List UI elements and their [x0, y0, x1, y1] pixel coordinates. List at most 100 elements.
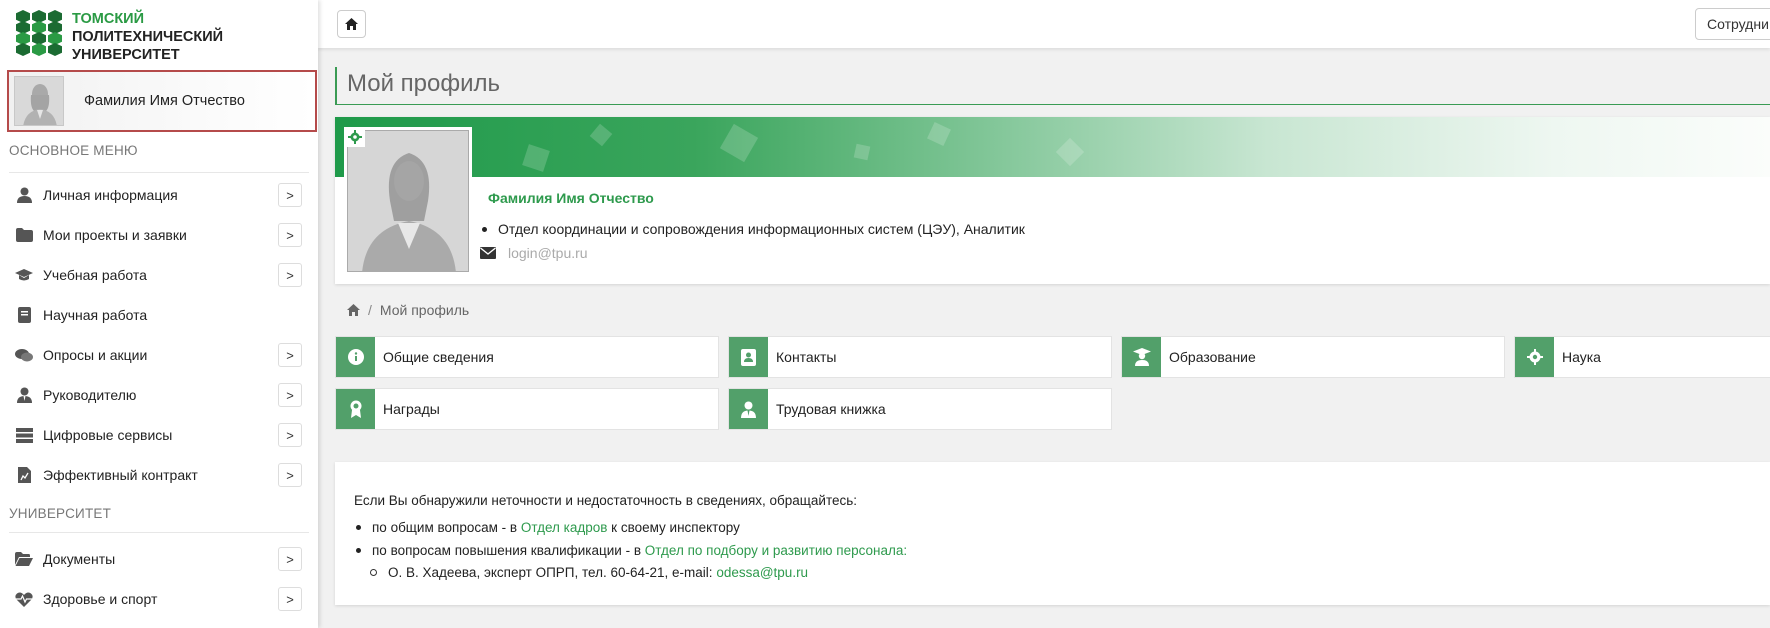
sidebar-item-documents[interactable]: Документы > — [0, 540, 310, 578]
award-icon — [336, 389, 375, 429]
chevron-right-icon[interactable]: > — [278, 183, 302, 207]
tile-science[interactable]: Наука — [1514, 336, 1770, 378]
photo-settings-icon[interactable] — [345, 127, 365, 147]
chevron-right-icon[interactable]: > — [278, 463, 302, 487]
personnel-development-link-colon[interactable]: : — [903, 543, 907, 558]
logo-mark-icon — [16, 10, 64, 56]
gear-icon — [1515, 337, 1554, 377]
chevron-right-icon[interactable]: > — [278, 587, 302, 611]
tile-label: Общие сведения — [383, 349, 494, 365]
info-item-text: по вопросам повышения квалификации - в — [372, 543, 641, 558]
sidebar-item-label: Цифровые сервисы — [43, 427, 173, 443]
logo-text: ТОМСКИЙ ПОЛИТЕХНИЧЕСКИЙ УНИВЕРСИТЕТ — [72, 10, 223, 64]
sidebar-item-label: Руководителю — [43, 387, 137, 403]
heartbeat-icon — [14, 592, 34, 607]
tile-employment-record[interactable]: Трудовая книжка — [728, 388, 1112, 430]
top-bar: Сотрудни — [318, 0, 1770, 48]
folder-open-icon — [14, 552, 34, 566]
tile-label: Трудовая книжка — [776, 401, 886, 417]
worker-icon — [729, 389, 768, 429]
chevron-right-icon[interactable]: > — [278, 223, 302, 247]
breadcrumb: / Мой профиль — [347, 302, 469, 318]
sidebar-item-surveys[interactable]: Опросы и акции > — [0, 336, 310, 374]
page-title: Мой профиль — [335, 67, 1770, 105]
info-item-training: по вопросам повышения квалификации - в О… — [356, 543, 907, 558]
tile-education[interactable]: Образование — [1121, 336, 1505, 378]
book-icon — [14, 307, 34, 323]
sidebar-user-name: Фамилия Имя Отчество — [84, 93, 245, 109]
info-subitem-contact: О. В. Хадеева, эксперт ОПРП, тел. 60-64-… — [370, 565, 808, 580]
sidebar-item-health-sport[interactable]: Здоровье и спорт > — [0, 580, 310, 618]
document-chart-icon — [14, 467, 34, 483]
sidebar-user-card[interactable]: Фамилия Имя Отчество — [7, 70, 317, 132]
home-icon[interactable] — [347, 304, 360, 316]
menu-section-main: ОСНОВНОЕ МЕНЮ — [9, 143, 138, 158]
sidebar-item-label: Эффективный контракт — [43, 467, 198, 483]
chevron-right-icon[interactable]: > — [278, 383, 302, 407]
profile-name: Фамилия Имя Отчество — [488, 190, 654, 206]
tile-general-info[interactable]: Общие сведения — [335, 336, 719, 378]
tile-label: Контакты — [776, 349, 837, 365]
sidebar-item-research[interactable]: Научная работа — [0, 296, 310, 334]
menu-divider — [9, 172, 309, 173]
chat-icon — [14, 348, 34, 363]
contact-info-box: Если Вы обнаружили неточности и недостат… — [335, 462, 1770, 605]
tile-contacts[interactable]: Контакты — [728, 336, 1112, 378]
profile-position: Отдел координации и сопровождения информ… — [482, 221, 1025, 237]
sidebar-item-teaching[interactable]: Учебная работа > — [0, 256, 310, 294]
sidebar-item-personal-info[interactable]: Личная информация > — [0, 176, 310, 214]
tile-awards[interactable]: Награды — [335, 388, 719, 430]
logo-line-1: ТОМСКИЙ — [72, 11, 145, 27]
sidebar-item-label: Мои проекты и заявки — [43, 227, 187, 243]
bullet — [482, 226, 487, 232]
sidebar-item-projects[interactable]: Мои проекты и заявки > — [0, 216, 310, 254]
bullet — [356, 525, 361, 530]
staff-role-button[interactable]: Сотрудни — [1695, 8, 1770, 40]
bullet — [356, 548, 361, 553]
info-item-text: О. В. Хадеева, эксперт ОПРП, тел. 60-64-… — [388, 565, 713, 580]
sidebar-item-label: Научная работа — [43, 307, 148, 323]
circle-bullet — [370, 569, 377, 576]
info-icon — [336, 337, 375, 377]
profile-photo[interactable] — [347, 130, 469, 272]
chevron-right-icon[interactable]: > — [278, 423, 302, 447]
university-logo[interactable]: ТОМСКИЙ ПОЛИТЕХНИЧЕСКИЙ УНИВЕРСИТЕТ — [16, 10, 223, 64]
sidebar-item-effective-contract[interactable]: Эффективный контракт > — [0, 456, 310, 494]
profile-email-text: login@tpu.ru — [508, 245, 588, 261]
user-tie-icon — [14, 387, 34, 403]
email-link[interactable]: odessa@tpu.ru — [716, 565, 808, 580]
breadcrumb-separator: / — [368, 302, 372, 318]
graduation-cap-icon — [14, 268, 34, 282]
chevron-right-icon[interactable]: > — [278, 263, 302, 287]
profile-card: Фамилия Имя Отчество Отдел координации и… — [335, 117, 1770, 284]
folder-icon — [14, 228, 34, 242]
avatar — [14, 76, 64, 126]
personnel-development-link[interactable]: Отдел по подбору и развитию персонала — [645, 543, 904, 558]
sidebar: ТОМСКИЙ ПОЛИТЕХНИЧЕСКИЙ УНИВЕРСИТЕТ Фами… — [0, 0, 318, 628]
home-icon — [345, 18, 358, 30]
tile-label: Наука — [1562, 349, 1601, 365]
chevron-right-icon[interactable]: > — [278, 547, 302, 571]
logo-line-2: ПОЛИТЕХНИЧЕСКИЙ — [72, 29, 224, 45]
sidebar-item-label: Документы — [43, 551, 116, 567]
server-icon — [14, 427, 34, 443]
profile-email: login@tpu.ru — [480, 245, 588, 261]
breadcrumb-current: Мой профиль — [379, 302, 470, 318]
logo-line-3: УНИВЕРСИТЕТ — [72, 47, 180, 63]
envelope-icon — [480, 247, 496, 259]
home-button[interactable] — [337, 10, 366, 38]
sidebar-item-label: Личная информация — [43, 187, 178, 203]
chevron-right-icon[interactable]: > — [278, 343, 302, 367]
tile-label: Образование — [1169, 349, 1256, 365]
hr-department-link[interactable]: Отдел кадров — [521, 520, 608, 535]
sidebar-item-digital-services[interactable]: Цифровые сервисы > — [0, 416, 310, 454]
sidebar-item-label: Опросы и акции — [43, 347, 148, 363]
sidebar-item-label: Здоровье и спорт — [43, 591, 158, 607]
menu-divider — [9, 532, 309, 533]
info-item-general: по общим вопросам - в Отдел кадров к сво… — [356, 520, 740, 535]
info-item-text: к своему инспектору — [611, 520, 740, 535]
sidebar-item-manager[interactable]: Руководителю > — [0, 376, 310, 414]
info-item-text: по общим вопросам - в — [372, 520, 518, 535]
graduate-icon — [1122, 337, 1161, 377]
profile-banner — [335, 117, 1770, 177]
